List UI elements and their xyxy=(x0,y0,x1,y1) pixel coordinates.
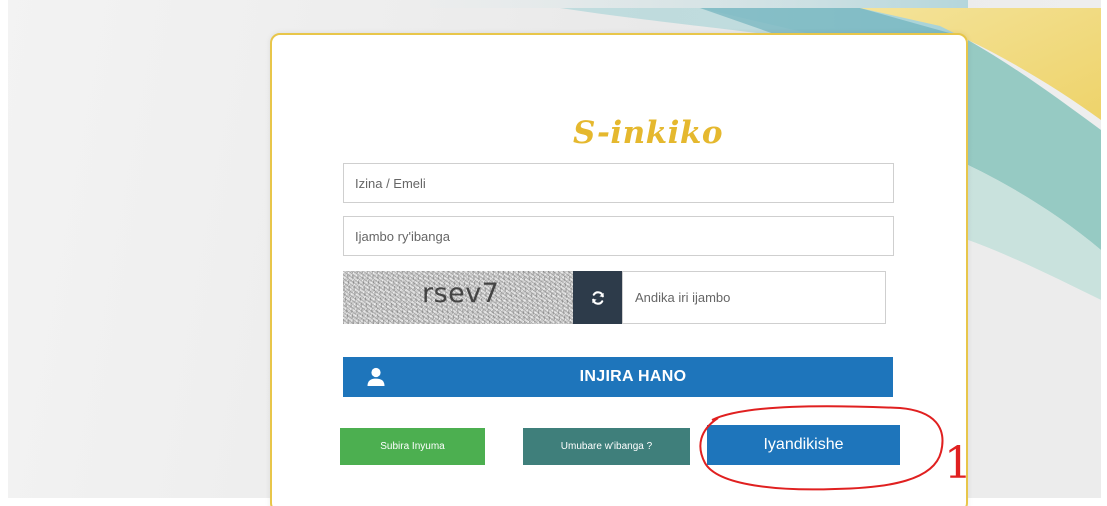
page-margin-right xyxy=(1101,0,1107,506)
login-button-label: INJIRA HANO xyxy=(579,368,687,385)
username-field[interactable] xyxy=(343,163,894,203)
refresh-captcha-button[interactable] xyxy=(573,271,622,324)
forgot-password-label: Umubare w'ibanga ? xyxy=(560,441,653,452)
app-title: S-inkiko xyxy=(572,115,724,151)
back-button[interactable]: Subira Inyuma xyxy=(340,428,485,465)
forgot-password-button[interactable]: Umubare w'ibanga ? xyxy=(523,428,690,465)
captcha-text: rsev7 xyxy=(422,278,500,309)
back-button-label: Subira Inyuma xyxy=(380,441,445,452)
register-button[interactable]: Iyandikishe xyxy=(707,425,900,465)
captcha-image: rsev7 xyxy=(343,271,573,324)
login-button[interactable]: INJIRA HANO xyxy=(343,357,893,397)
register-button-label: Iyandikishe xyxy=(763,436,844,453)
password-field[interactable] xyxy=(343,216,894,256)
page-margin-left xyxy=(0,0,8,506)
captcha-input[interactable] xyxy=(622,271,886,324)
refresh-icon xyxy=(591,290,604,305)
